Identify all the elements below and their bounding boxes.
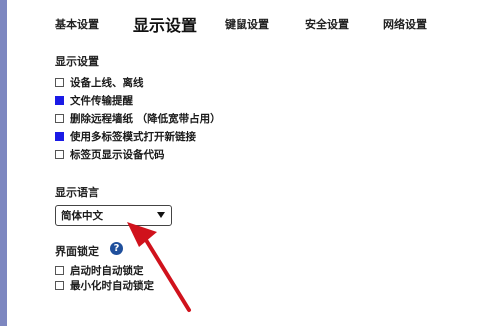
option-device-online-offline[interactable]: 设备上线、离线 bbox=[55, 75, 144, 89]
file-transfer-reminder-checkbox[interactable] bbox=[55, 95, 64, 105]
option-multi-tab-mode[interactable]: 使用多标签模式打开新链接 bbox=[55, 129, 196, 143]
multi-tab-mode-checkbox[interactable] bbox=[55, 131, 64, 141]
lock-on-minimize-checkbox[interactable] bbox=[55, 280, 64, 290]
lock-on-startup-checkbox[interactable] bbox=[55, 265, 64, 275]
display-settings-heading: 显示设置 bbox=[55, 55, 99, 68]
option-label: 标签页显示设备代码 bbox=[70, 148, 165, 161]
option-label: 启动时自动锁定 bbox=[70, 264, 144, 277]
help-icon[interactable]: ? bbox=[110, 242, 123, 255]
option-tab-show-device-code[interactable]: 标签页显示设备代码 bbox=[55, 147, 165, 161]
settings-tab-bar: 基本设置 显示设置 键鼠设置 安全设置 网络设置 bbox=[0, 0, 500, 44]
tab-network-settings[interactable]: 网络设置 bbox=[383, 16, 427, 32]
option-label: 最小化时自动锁定 bbox=[70, 279, 154, 292]
chevron-down-icon bbox=[157, 212, 165, 218]
left-window-edge bbox=[0, 0, 7, 326]
tab-keyboard-mouse-settings[interactable]: 键鼠设置 bbox=[225, 16, 269, 32]
tab-display-settings[interactable]: 显示设置 bbox=[133, 12, 197, 36]
tab-show-device-code-checkbox[interactable] bbox=[55, 149, 64, 159]
remove-remote-wallpaper-checkbox[interactable] bbox=[55, 113, 64, 123]
arrow-shaft bbox=[144, 238, 191, 312]
interface-lock-heading: 界面锁定 bbox=[55, 245, 99, 258]
tab-security-settings[interactable]: 安全设置 bbox=[305, 16, 349, 32]
language-select[interactable]: 简体中文 bbox=[55, 205, 172, 226]
option-remove-remote-wallpaper[interactable]: 删除远程墙纸 （降低宽带占用） bbox=[55, 111, 221, 125]
option-label: 设备上线、离线 bbox=[70, 76, 144, 89]
option-label: 使用多标签模式打开新链接 bbox=[70, 130, 196, 143]
option-label: 文件传输提醒 bbox=[70, 94, 133, 107]
device-online-offline-checkbox[interactable] bbox=[55, 77, 64, 87]
tab-basic-settings[interactable]: 基本设置 bbox=[55, 16, 99, 32]
option-lock-on-startup[interactable]: 启动时自动锁定 bbox=[55, 263, 144, 277]
language-selected-value: 简体中文 bbox=[61, 210, 103, 222]
option-label: 删除远程墙纸 （降低宽带占用） bbox=[70, 112, 221, 125]
display-language-heading: 显示语言 bbox=[55, 186, 99, 199]
option-file-transfer-reminder[interactable]: 文件传输提醒 bbox=[55, 93, 133, 107]
option-lock-on-minimize[interactable]: 最小化时自动锁定 bbox=[55, 278, 154, 292]
